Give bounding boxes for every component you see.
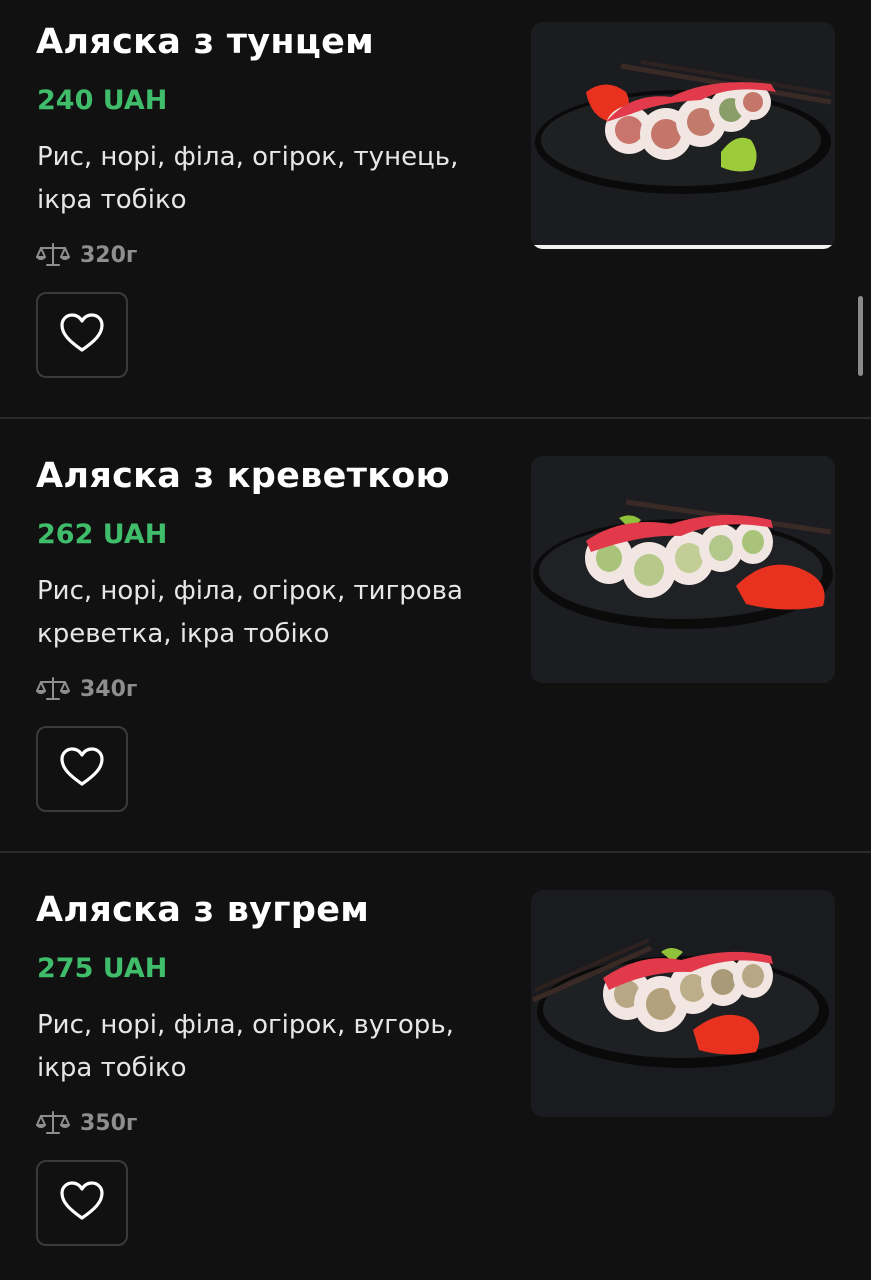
item-weight: 350г bbox=[36, 1110, 137, 1136]
item-title: Аляска з вугрем bbox=[36, 890, 370, 930]
item-weight: 320г bbox=[36, 242, 137, 268]
favorite-button[interactable] bbox=[36, 292, 128, 378]
favorite-button[interactable] bbox=[36, 1160, 128, 1246]
item-weight: 340г bbox=[36, 676, 137, 702]
menu-page: Аляска з тунцем 240 UAH Рис, норі, філа,… bbox=[0, 0, 871, 1280]
heart-icon bbox=[59, 312, 105, 358]
item-description: Рис, норі, філа, огірок, вугорь, ікра то… bbox=[37, 1010, 454, 1083]
menu-item[interactable]: Аляска з креветкою 262 UAH Рис, норі, фі… bbox=[0, 422, 871, 856]
menu-item[interactable]: Аляска з вугрем 275 UAH Рис, норі, філа,… bbox=[0, 856, 871, 1280]
item-weight-value: 350г bbox=[80, 1110, 138, 1136]
scales-icon bbox=[36, 676, 70, 702]
item-description: Рис, норі, філа, огірок, тунець, ікра то… bbox=[37, 142, 459, 215]
item-description: Рис, норі, філа, огірок, тигрова креветк… bbox=[37, 576, 463, 649]
item-price: 240 UAH bbox=[37, 85, 168, 116]
scales-icon bbox=[36, 1110, 70, 1136]
item-weight-value: 340г bbox=[80, 676, 138, 702]
menu-item[interactable]: Аляска з тунцем 240 UAH Рис, норі, філа,… bbox=[0, 0, 871, 422]
item-photo bbox=[531, 456, 835, 683]
item-photo bbox=[531, 890, 835, 1117]
item-title: Аляска з креветкою bbox=[36, 456, 450, 496]
item-price: 275 UAH bbox=[37, 953, 168, 984]
scales-icon bbox=[36, 242, 70, 268]
favorite-button[interactable] bbox=[36, 726, 128, 812]
heart-icon bbox=[59, 746, 105, 792]
heart-icon bbox=[59, 1180, 105, 1226]
item-photo bbox=[531, 22, 835, 249]
divider bbox=[0, 417, 871, 419]
divider bbox=[0, 851, 871, 853]
item-title: Аляска з тунцем bbox=[36, 22, 375, 62]
item-price: 262 UAH bbox=[37, 519, 168, 550]
scrollbar[interactable] bbox=[858, 296, 863, 376]
item-weight-value: 320г bbox=[80, 242, 138, 268]
